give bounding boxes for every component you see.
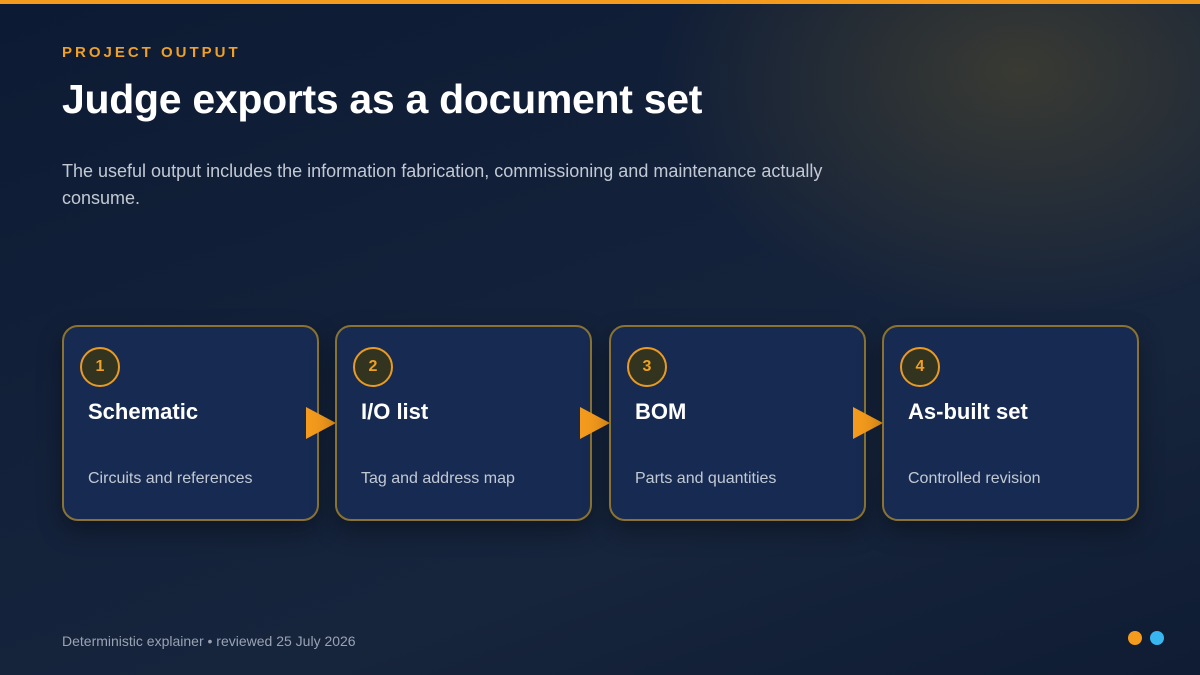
step-number-badge: 3 [627,347,667,387]
step-description: Parts and quantities [635,470,777,487]
section-eyebrow: PROJECT OUTPUT [62,44,241,61]
flow-arrow-icon [580,407,610,439]
indicator-dot-blue [1150,631,1164,645]
footer-caption: Deterministic explainer • reviewed 25 Ju… [62,633,356,649]
step-card-bom: 3 BOM Parts and quantities [609,325,866,521]
step-title: BOM [635,399,687,424]
flow-arrow-icon [306,407,336,439]
indicator-dot-orange [1128,631,1142,645]
step-card-schematic: 1 Schematic Circuits and references [62,325,319,521]
step-number-badge: 1 [80,347,120,387]
step-description: Tag and address map [361,470,515,487]
step-description: Circuits and references [88,470,253,487]
step-number-badge: 2 [353,347,393,387]
step-card-as-built-set: 4 As-built set Controlled revision [882,325,1139,521]
step-card-io-list: 2 I/O list Tag and address map [335,325,592,521]
step-title: Schematic [88,399,199,424]
page-title: Judge exports as a document set [62,76,703,122]
step-title: As-built set [908,399,1028,424]
page-subtitle: The useful output includes the informati… [62,161,823,208]
flow-arrow-icon [853,407,883,439]
step-number-badge: 4 [900,347,940,387]
step-description: Controlled revision [908,470,1041,487]
top-accent-bar [0,0,1200,4]
step-title: I/O list [361,399,429,424]
